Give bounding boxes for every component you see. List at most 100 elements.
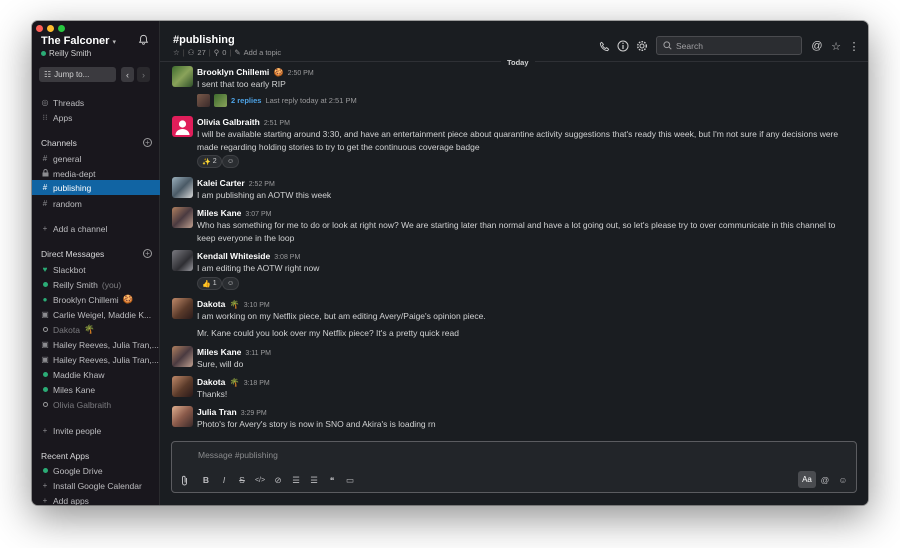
back-button[interactable]: ‹ bbox=[121, 67, 134, 82]
format-toggle-button[interactable]: Aa bbox=[798, 471, 816, 488]
current-user[interactable]: Reilly Smith bbox=[41, 49, 91, 58]
close-window-button[interactable] bbox=[36, 25, 43, 32]
message-author[interactable]: Kalei Carter 2:52 PM bbox=[197, 178, 275, 188]
sidebar-item-threads[interactable]: ◎ Threads bbox=[41, 96, 160, 109]
avatar[interactable] bbox=[172, 207, 193, 228]
message-author[interactable]: Miles Kane 3:07 PM bbox=[197, 208, 271, 218]
avatar[interactable] bbox=[172, 116, 193, 137]
message-time[interactable]: 3:18 PM bbox=[244, 380, 270, 387]
dm-brooklyn-chillemi[interactable]: ● Brooklyn Chillemi 🍪 bbox=[41, 293, 160, 306]
search-icon bbox=[663, 41, 672, 50]
zoom-window-button[interactable] bbox=[58, 25, 65, 32]
install-google-calendar[interactable]: + Install Google Calendar bbox=[41, 479, 160, 492]
dm-miles-kane[interactable]: Miles Kane bbox=[41, 383, 160, 396]
reaction-sparkles[interactable]: ✨ 2 bbox=[197, 155, 222, 168]
add-topic-link[interactable]: Add a topic bbox=[244, 48, 282, 57]
avatar[interactable] bbox=[172, 376, 193, 397]
avatar[interactable] bbox=[172, 298, 193, 319]
sidebar-item-media-dept[interactable]: media-dept bbox=[41, 167, 160, 180]
sidebar-item-publishing[interactable]: # publishing bbox=[32, 180, 160, 195]
add-channel-button[interactable]: + Add a channel bbox=[41, 222, 160, 235]
link-icon[interactable]: ⊘ bbox=[272, 474, 284, 486]
dm-olivia-galbraith[interactable]: Olivia Galbraith bbox=[41, 398, 160, 411]
mentions-icon[interactable]: @ bbox=[811, 40, 823, 52]
add-dm-icon[interactable]: + bbox=[143, 249, 152, 258]
message-time[interactable]: 2:52 PM bbox=[249, 181, 275, 188]
message-time[interactable]: 2:51 PM bbox=[264, 120, 290, 127]
member-count[interactable]: 27 bbox=[197, 48, 205, 57]
phone-icon[interactable] bbox=[598, 40, 610, 52]
message-author[interactable]: Dakota 🌴 3:18 PM bbox=[197, 377, 270, 387]
info-icon[interactable] bbox=[617, 40, 629, 52]
dm-group-hailey-1[interactable]: ▣ Hailey Reeves, Julia Tran,... bbox=[41, 338, 160, 351]
minimize-window-button[interactable] bbox=[47, 25, 54, 32]
dm-label: Hailey Reeves, Julia Tran,... bbox=[53, 339, 159, 350]
add-channel-icon[interactable]: + bbox=[143, 138, 152, 147]
message-time[interactable]: 2:50 PM bbox=[288, 70, 314, 77]
message-text: I will be available starting around 3:30… bbox=[197, 129, 839, 152]
message-author[interactable]: Olivia Galbraith 2:51 PM bbox=[197, 117, 290, 127]
dm-group-hailey-2[interactable]: ▣ Hailey Reeves, Julia Tran,... bbox=[41, 353, 160, 366]
code-block-icon[interactable]: ▭ bbox=[344, 474, 356, 486]
attachment-icon[interactable] bbox=[178, 474, 190, 486]
replies-link[interactable]: 2 replies bbox=[231, 96, 261, 105]
dm-maddie-khaw[interactable]: Maddie Khaw bbox=[41, 368, 160, 381]
message-author[interactable]: Dakota 🌴 3:10 PM bbox=[197, 299, 270, 309]
strikethrough-icon[interactable]: S bbox=[236, 474, 248, 486]
avatar[interactable] bbox=[172, 66, 193, 87]
search-input[interactable]: Search bbox=[656, 36, 802, 55]
message-time[interactable]: 3:29 PM bbox=[241, 410, 267, 417]
avatar[interactable] bbox=[172, 346, 193, 367]
message-time[interactable]: 3:08 PM bbox=[274, 254, 300, 261]
bell-icon[interactable] bbox=[138, 34, 149, 48]
message-author[interactable]: Miles Kane 3:11 PM bbox=[197, 347, 271, 357]
add-reaction-button[interactable]: ☺ bbox=[222, 277, 240, 290]
star-outline-icon[interactable]: ☆ bbox=[173, 48, 180, 57]
avatar[interactable] bbox=[172, 177, 193, 198]
gear-icon[interactable] bbox=[636, 40, 648, 52]
avatar[interactable] bbox=[172, 406, 193, 427]
sidebar-item-general[interactable]: # general bbox=[41, 152, 160, 165]
avatar[interactable] bbox=[172, 250, 193, 271]
sidebar-item-random[interactable]: # random bbox=[41, 197, 160, 210]
add-apps-button[interactable]: + Add apps bbox=[41, 494, 160, 506]
reaction-thumbs-up[interactable]: 👍 1 bbox=[197, 277, 222, 290]
members-icon[interactable]: ⚇ bbox=[188, 48, 195, 57]
add-reaction-button[interactable]: ☺ bbox=[222, 155, 240, 168]
recent-apps-header[interactable]: Recent Apps bbox=[41, 449, 160, 462]
bulleted-list-icon[interactable]: ☰ bbox=[308, 474, 320, 486]
reply-avatar bbox=[197, 94, 210, 107]
quote-icon[interactable]: ❝ bbox=[326, 474, 338, 486]
pin-icon[interactable]: ⚲ bbox=[214, 48, 220, 57]
dm-dakota[interactable]: Dakota 🌴 bbox=[41, 323, 160, 336]
group-dm-icon: ▣ bbox=[41, 340, 49, 349]
app-google-drive[interactable]: Google Drive bbox=[41, 464, 160, 477]
italic-icon[interactable]: I bbox=[218, 474, 230, 486]
jump-to-button[interactable]: ☷ Jump to... bbox=[39, 67, 116, 82]
pin-count[interactable]: 0 bbox=[222, 48, 226, 57]
message-author[interactable]: Julia Tran 3:29 PM bbox=[197, 407, 267, 417]
dm-reilly-smith[interactable]: Reilly Smith (you) bbox=[41, 278, 160, 291]
star-icon[interactable]: ☆ bbox=[830, 40, 842, 53]
message-composer[interactable]: Message #publishing B I S </> ⊘ ☰ ☰ ❝ ▭ … bbox=[171, 441, 857, 493]
message-author[interactable]: Brooklyn Chillemi 🍪 2:50 PM bbox=[197, 67, 314, 77]
message-time[interactable]: 3:11 PM bbox=[245, 350, 271, 357]
invite-people-button[interactable]: + Invite people bbox=[41, 424, 160, 437]
more-icon[interactable]: ⋮ bbox=[848, 40, 860, 53]
channel-label: publishing bbox=[53, 182, 92, 193]
thread-replies[interactable]: 2 replies Last reply today at 2:51 PM bbox=[197, 94, 357, 107]
code-icon[interactable]: </> bbox=[254, 474, 266, 486]
bold-icon[interactable]: B bbox=[200, 474, 212, 486]
sidebar-item-apps[interactable]: ⁝⁝ Apps bbox=[41, 111, 160, 124]
workspace-name[interactable]: The Falconer ▾ bbox=[41, 35, 116, 47]
dm-slackbot[interactable]: ♥ Slackbot bbox=[41, 263, 160, 276]
emoji-icon[interactable]: ☺ bbox=[837, 474, 849, 486]
message-time[interactable]: 3:10 PM bbox=[244, 302, 270, 309]
mention-icon[interactable]: @ bbox=[819, 474, 831, 486]
message-time[interactable]: 3:07 PM bbox=[245, 211, 271, 218]
message-author[interactable]: Kendall Whiteside 3:08 PM bbox=[197, 251, 300, 261]
dm-group-carlie[interactable]: ▣ Carlie Weigel, Maddie K... bbox=[41, 308, 160, 321]
channel-title[interactable]: #publishing bbox=[173, 34, 235, 46]
forward-button[interactable]: › bbox=[137, 67, 150, 82]
numbered-list-icon[interactable]: ☰ bbox=[290, 474, 302, 486]
